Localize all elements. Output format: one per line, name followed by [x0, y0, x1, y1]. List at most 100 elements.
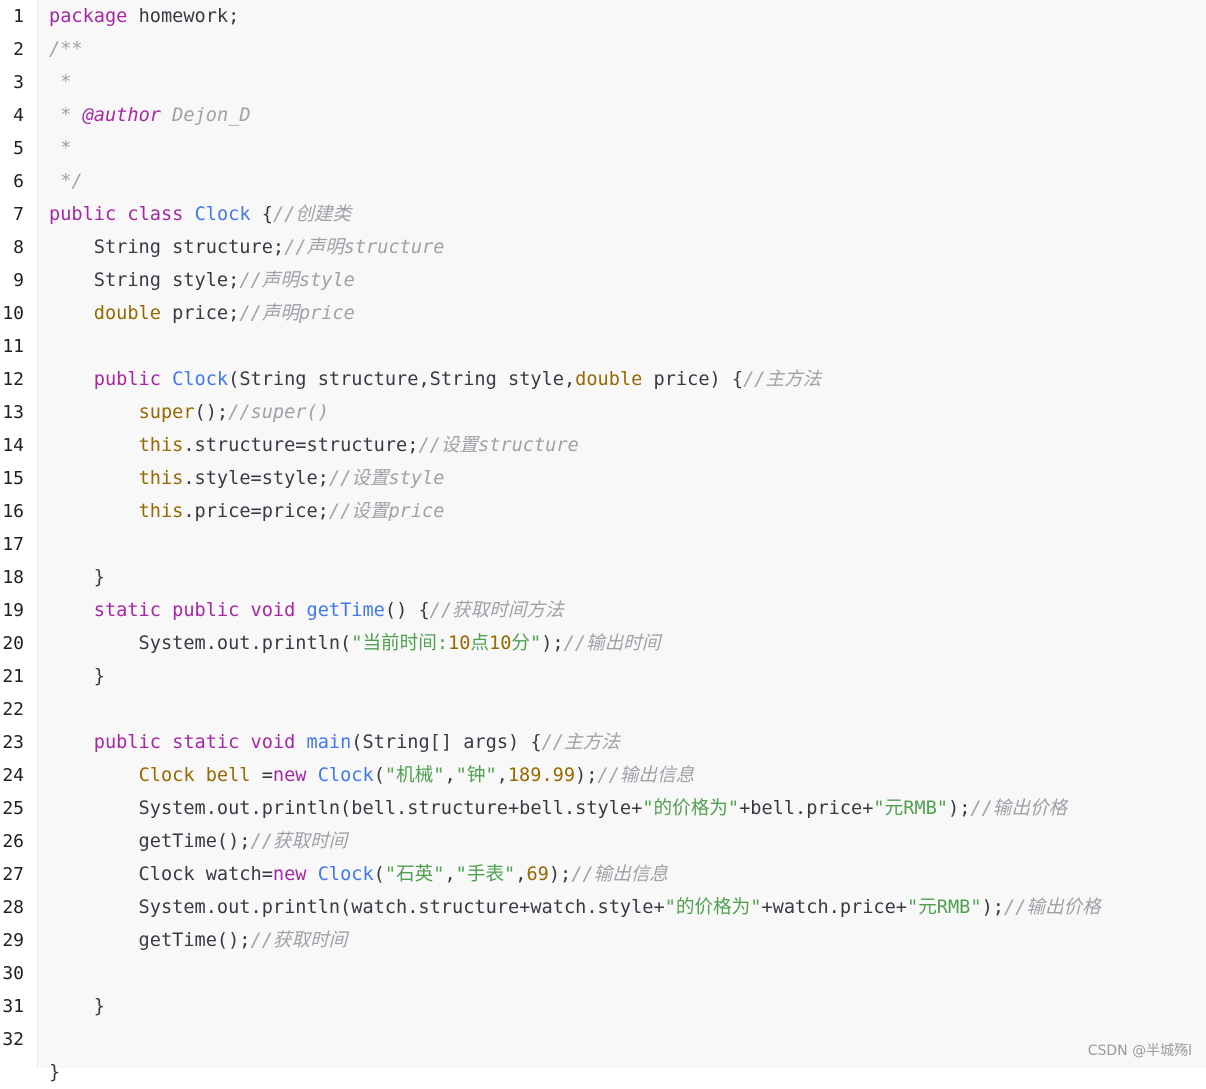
- code-token: */: [49, 171, 83, 192]
- code-token: //获取时间: [250, 831, 348, 852]
- line-number: 26: [2, 831, 24, 852]
- code-line[interactable]: 18 }: [0, 561, 1206, 594]
- code-text: }: [49, 990, 105, 1023]
- code-token: 10: [489, 633, 512, 654]
- code-line[interactable]: }: [0, 1056, 1206, 1089]
- code-token: String style;: [49, 270, 240, 291]
- code-line[interactable]: 25 System.out.println(bell.structure+bel…: [0, 792, 1206, 825]
- line-number: 19: [2, 600, 24, 621]
- code-line[interactable]: 6 */: [0, 165, 1206, 198]
- code-token: new: [272, 765, 307, 786]
- code-token: *: [49, 105, 83, 126]
- code-token: //声明price: [239, 303, 355, 324]
- code-line[interactable]: 14 this.structure=structure;//设置structur…: [0, 429, 1206, 462]
- line-number: 20: [2, 633, 24, 654]
- code-line[interactable]: 3 *: [0, 66, 1206, 99]
- code-text: static public void getTime() {//获取时间方法: [49, 594, 564, 627]
- code-line[interactable]: 12 public Clock(String structure,String …: [0, 363, 1206, 396]
- code-line[interactable]: 20 System.out.println("当前时间:10点10分");//输…: [0, 627, 1206, 660]
- code-line[interactable]: 7 public class Clock {//创建类: [0, 198, 1206, 231]
- code-token: Clock: [194, 204, 251, 225]
- code-token: //设置price: [328, 501, 445, 522]
- code-token: //获取时间: [250, 930, 348, 951]
- line-number: 13: [2, 402, 24, 423]
- line-number: 31: [2, 996, 24, 1017]
- code-token: //声明style: [239, 270, 355, 291]
- code-line[interactable]: 9 String style;//声明style: [0, 264, 1206, 297]
- code-token: "手表": [455, 864, 516, 885]
- code-token: );: [541, 633, 564, 654]
- code-token: =: [250, 765, 273, 786]
- code-token: System.out.println(bell.structure+bell.s…: [49, 798, 643, 819]
- code-line[interactable]: 21 }: [0, 660, 1206, 693]
- code-token: 10: [448, 633, 471, 654]
- code-line[interactable]: 31 }: [0, 990, 1206, 1023]
- line-number: 3: [13, 72, 24, 93]
- line-number: 11: [2, 336, 24, 357]
- line-number: 10: [2, 303, 24, 324]
- code-token: 69: [526, 864, 549, 885]
- code-token: homework;: [127, 6, 240, 27]
- code-line[interactable]: 22: [0, 693, 1206, 726]
- code-line[interactable]: 4 * @author Dejon_D: [0, 99, 1206, 132]
- code-line[interactable]: 8 String structure;//声明structure: [0, 231, 1206, 264]
- code-line[interactable]: 17: [0, 528, 1206, 561]
- code-line[interactable]: 26 getTime();//获取时间: [0, 825, 1206, 858]
- code-token: static: [172, 732, 240, 753]
- code-text: }: [49, 660, 105, 693]
- code-token: System.out.println(: [49, 633, 352, 654]
- code-token: static: [93, 600, 161, 621]
- code-line[interactable]: 15 this.style=style;//设置style: [0, 462, 1206, 495]
- code-token: //输出信息: [571, 864, 668, 885]
- code-editor[interactable]: 1 package homework; 2/** 3 * 4 * @author Dej…: [0, 0, 1206, 1083]
- code-token: );: [548, 864, 572, 885]
- code-line[interactable]: 10 double price;//声明price: [0, 297, 1206, 330]
- line-number: 12: [2, 369, 24, 390]
- code-token: "石英": [384, 864, 445, 885]
- code-token: @author: [82, 105, 161, 126]
- code-token: }: [49, 1062, 61, 1083]
- code-line[interactable]: 24 Clock bell =new Clock("机械","钟",189.99…: [0, 759, 1206, 792]
- code-token: //设置structure: [418, 435, 579, 456]
- code-line[interactable]: 2 /**: [0, 33, 1206, 66]
- code-line[interactable]: 13 super();//super(): [0, 396, 1206, 429]
- code-text: System.out.println("当前时间:10点10分");//输出时间: [49, 627, 661, 660]
- watermark: CSDN @半城殇l: [1087, 1043, 1192, 1059]
- line-number: 15: [2, 468, 24, 489]
- code-line[interactable]: 19 static public void getTime() {//获取时间方…: [0, 594, 1206, 627]
- code-line[interactable]: 29 getTime();//获取时间: [0, 924, 1206, 957]
- code-token: ,: [444, 765, 456, 786]
- code-token: //主方法: [743, 369, 822, 390]
- code-line[interactable]: 27 Clock watch=new Clock("石英","手表",69);/…: [0, 858, 1206, 891]
- code-token: }: [49, 666, 105, 687]
- code-line[interactable]: 23 public static void main(String[] args…: [0, 726, 1206, 759]
- code-token: *: [49, 72, 72, 93]
- code-line[interactable]: 5 *: [0, 132, 1206, 165]
- code-token: super: [138, 402, 195, 423]
- code-line[interactable]: 30: [0, 957, 1206, 990]
- code-line[interactable]: 28 System.out.println(watch.structure+wa…: [0, 891, 1206, 924]
- code-text: public class Clock {//创建类: [49, 198, 351, 231]
- code-line[interactable]: 11: [0, 330, 1206, 363]
- code-token: "的价格为": [664, 897, 762, 918]
- code-line[interactable]: 1 package homework;: [0, 0, 1206, 33]
- code-line[interactable]: 16 this.price=price;//设置price: [0, 495, 1206, 528]
- line-number: 6: [13, 171, 24, 192]
- code-token: "元RMB": [873, 798, 948, 819]
- code-token: +watch.price+: [761, 897, 907, 918]
- code-text: /**: [49, 33, 83, 66]
- code-text: * @author Dejon_D: [49, 99, 250, 132]
- code-line[interactable]: 32: [0, 1023, 1206, 1056]
- code-token: (: [373, 765, 385, 786]
- code-text: public Clock(String structure,String sty…: [49, 363, 821, 396]
- code-text: getTime();//获取时间: [49, 825, 348, 858]
- code-token: ,: [444, 864, 456, 885]
